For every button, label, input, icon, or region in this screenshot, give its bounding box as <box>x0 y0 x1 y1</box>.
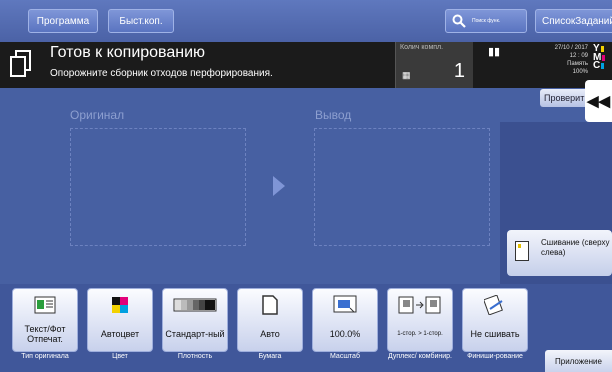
status-title: Готов к копированию <box>50 44 206 61</box>
paper-value: Авто <box>260 329 280 339</box>
duplex-caption: Дуплекс/ комбинир. <box>388 353 452 360</box>
finishing-icon <box>463 294 527 316</box>
count-value: 1 <box>453 60 465 82</box>
original-type-button[interactable]: Текст/Фот Отпечат. <box>12 288 78 352</box>
program-button[interactable]: Программа <box>28 9 98 33</box>
density-icon <box>163 294 227 316</box>
finishing-button[interactable]: Не сшивать <box>462 288 528 352</box>
search-function-label: Поиск функ. <box>472 18 501 24</box>
memory-label: Память <box>567 61 588 67</box>
color-caption: Цвет <box>112 353 128 360</box>
output-label: Вывод <box>315 108 352 122</box>
status-message: Опорожните сборник отходов перфорировани… <box>50 68 273 79</box>
applications-button[interactable]: Приложение <box>545 350 612 372</box>
original-type-value: Текст/Фот Отпечат. <box>24 324 66 344</box>
original-label: Оригинал <box>70 108 125 122</box>
zoom-caption: Масштаб <box>330 353 360 360</box>
status-bar: Готов к копированию Опорожните сборник о… <box>0 42 612 88</box>
paper-icon <box>238 294 302 316</box>
toner-c-bar <box>601 63 605 70</box>
toner-y-bar <box>600 46 604 52</box>
keypad-icon: ▦ <box>402 70 411 80</box>
count-label: Колич компл. <box>400 44 444 51</box>
finishing-caption: Финиши-рование <box>467 353 523 360</box>
copy-count-panel[interactable]: Колич компл. ▦ 1 <box>395 42 473 88</box>
paper-button[interactable]: Авто <box>237 288 303 352</box>
output-preview <box>314 128 490 246</box>
quick-copy-button[interactable]: Быст.коп. <box>108 9 174 33</box>
date-text: 27/10 / 2017 <box>554 45 588 51</box>
zoom-icon <box>313 294 377 316</box>
staple-label: Сшивание (сверху слева) <box>541 238 610 257</box>
search-function-button[interactable]: Поиск функ. <box>445 9 527 33</box>
check-button[interactable]: Проверить <box>540 89 590 107</box>
color-button[interactable]: Автоцвет <box>87 288 153 352</box>
toner-levels: Y M C <box>592 44 612 72</box>
zoom-value: 100.0% <box>329 329 361 339</box>
paper-caption: Бумага <box>258 353 282 360</box>
arrow-right-icon <box>273 176 285 196</box>
toner-c-letter: C <box>593 60 601 72</box>
time-text: 12 : 09 <box>569 53 588 59</box>
zoom-button[interactable]: 100.0% <box>312 288 378 352</box>
collapse-arrow-icon[interactable]: ◀◀ <box>585 80 612 122</box>
copy-document-icon <box>10 50 31 77</box>
original-preview <box>70 128 246 246</box>
duplex-icon <box>388 294 452 316</box>
job-list-button[interactable]: СписокЗаданий <box>535 9 612 33</box>
auto-color-icon <box>88 294 152 316</box>
toner-m-bar <box>602 54 606 61</box>
date-time-panel: 27/10 / 2017 12 : 09 Память 100% <box>532 44 588 76</box>
search-icon <box>452 14 466 28</box>
density-caption: Плотность <box>177 353 213 360</box>
staple-icon <box>515 241 529 261</box>
memory-value: 100% <box>572 69 588 75</box>
text-photo-icon <box>13 294 77 316</box>
density-button[interactable]: Стандарт-ный <box>162 288 228 352</box>
color-value: Автоцвет <box>100 329 140 339</box>
staple-button[interactable]: Сшивание (сверху слева) <box>507 230 612 276</box>
book-icon: ▮▮ <box>488 46 501 58</box>
density-value: Стандарт-ный <box>165 329 225 339</box>
duplex-button[interactable]: 1-стор. > 1-стор. <box>387 288 453 352</box>
duplex-value: 1-стор. > 1-стор. <box>397 330 443 337</box>
finishing-value: Не сшивать <box>470 329 520 339</box>
original-type-caption: Тип оригинала <box>21 353 69 360</box>
